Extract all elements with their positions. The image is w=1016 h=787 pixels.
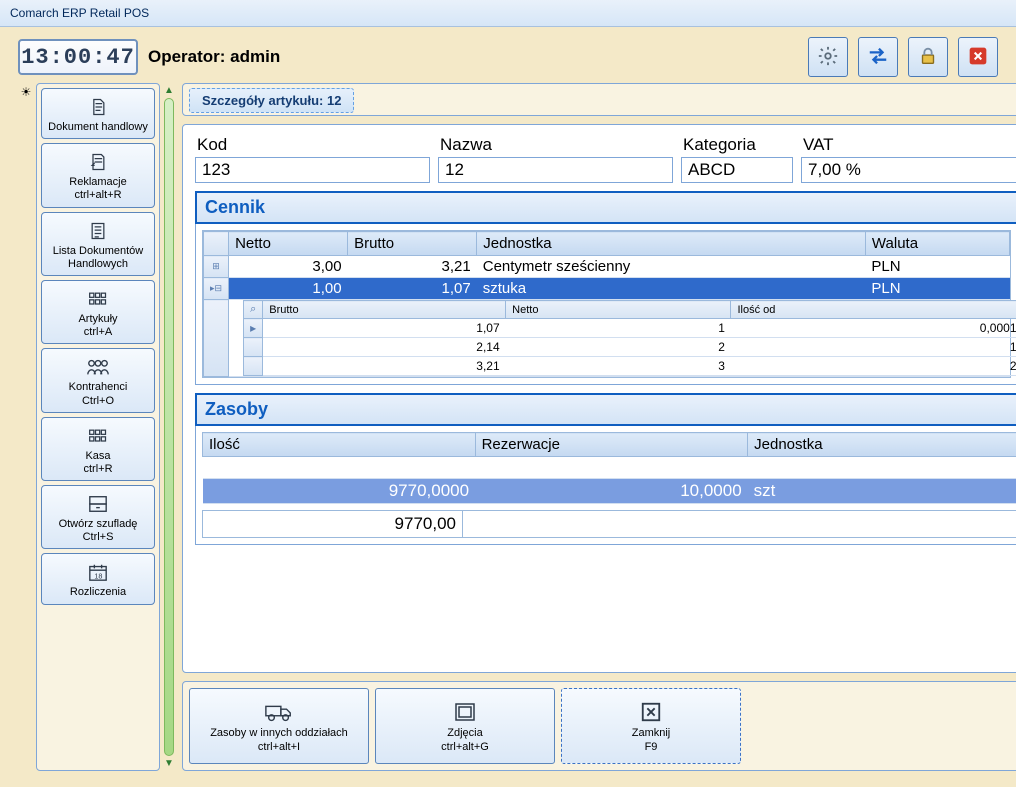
- close-square-icon: [640, 699, 662, 725]
- sync-button[interactable]: [858, 37, 898, 77]
- zasoby-title: Zasoby: [195, 393, 1016, 426]
- zasoby-total: 9770,00: [203, 511, 463, 537]
- col-brutto[interactable]: Brutto: [348, 232, 477, 256]
- calendar-icon: 18: [44, 560, 152, 584]
- document-list-icon: [44, 219, 152, 243]
- cennik-title: Cennik: [195, 191, 1016, 224]
- kod-label: Kod: [195, 135, 430, 155]
- sidebar-item-lista-dokumentow[interactable]: Lista Dokumentów Handlowych: [41, 212, 155, 276]
- sidebar-item-kontrahenci[interactable]: Kontrahenci Ctrl+O: [41, 348, 155, 412]
- col-rezerwacje[interactable]: Rezerwacje: [475, 433, 748, 457]
- sidebar: Dokument handlowy Reklamacje ctrl+alt+R …: [36, 83, 160, 771]
- vat-label: VAT: [801, 135, 1016, 155]
- operator-label: Operator: admin: [148, 47, 280, 67]
- top-bar: 13:00:47 Operator: admin: [18, 37, 998, 77]
- kategoria-label: Kategoria: [681, 135, 793, 155]
- field-row: Kod Nazwa Kategoria VAT: [195, 135, 1016, 183]
- people-icon: [44, 355, 152, 379]
- zasoby-section: Zasoby Ilość Rezerwacje Jednostka: [195, 393, 1016, 545]
- kategoria-input[interactable]: [681, 157, 793, 183]
- bottom-btn-shortcut: ctrl+alt+G: [441, 741, 489, 753]
- sidebar-label: Reklamacje ctrl+alt+R: [69, 176, 126, 201]
- main-canvas: 13:00:47 Operator: admin ☀: [0, 27, 1016, 787]
- kod-input[interactable]: [195, 157, 430, 183]
- sidebar-item-kasa[interactable]: Kasa ctrl+R: [41, 417, 155, 481]
- bottom-btn-label: Zamknij: [632, 727, 671, 739]
- scroll-up-icon: ▲: [164, 85, 174, 96]
- sidebar-label: Lista Dokumentów Handlowych: [53, 245, 144, 270]
- nazwa-input[interactable]: [438, 157, 673, 183]
- col-jednostka[interactable]: Jednostka: [748, 433, 1016, 457]
- sidebar-label: Rozliczenia: [70, 586, 126, 598]
- cennik-subtable[interactable]: ⌕ Brutto Netto Ilość od ▸: [243, 300, 1016, 376]
- tab-article-details[interactable]: Szczegóły artykułu: 12: [189, 88, 354, 113]
- subtable-row: ⌕ Brutto Netto Ilość od ▸: [204, 300, 1010, 377]
- drawer-icon: [44, 492, 152, 516]
- bottom-btn-shortcut: ctrl+alt+I: [258, 741, 300, 753]
- grid-icon: [44, 287, 152, 311]
- bottom-btn-zasoby-oddzialy[interactable]: Zasoby w innych oddziałach ctrl+alt+I: [189, 688, 369, 764]
- document-back-icon: [44, 150, 152, 174]
- sidebar-label: Kasa ctrl+R: [83, 450, 112, 475]
- col-waluta[interactable]: Waluta: [865, 232, 1009, 256]
- sidebar-label: Otwórz szufladę Ctrl+S: [59, 518, 138, 543]
- bottom-toolbar: Zasoby w innych oddziałach ctrl+alt+I Zd…: [182, 681, 1016, 771]
- svg-text:18: 18: [94, 572, 102, 581]
- table-row[interactable]: 3,21 3 2: [244, 357, 1016, 376]
- vat-input[interactable]: [801, 157, 1016, 183]
- col-ilosc[interactable]: Ilość: [203, 433, 476, 457]
- cennik-table[interactable]: Netto Brutto Jednostka Waluta ⊞ 3,00: [203, 231, 1010, 377]
- bottom-btn-shortcut: F9: [645, 741, 658, 753]
- clock-display: 13:00:47: [18, 39, 138, 75]
- bottom-btn-label: Zasoby w innych oddziałach: [210, 727, 348, 739]
- settings-button[interactable]: [808, 37, 848, 77]
- table-row-selected[interactable]: 9770,0000 10,0000 szt: [203, 479, 1016, 504]
- cennik-section: Cennik Netto Brutto Jednos: [195, 191, 1016, 385]
- zasoby-table[interactable]: Ilość Rezerwacje Jednostka 9770,0000 10,…: [202, 432, 1016, 504]
- col-jednostka[interactable]: Jednostka: [477, 232, 866, 256]
- sidebar-label: Artykuły ctrl+A: [78, 313, 117, 338]
- lock-button[interactable]: [908, 37, 948, 77]
- sidebar-item-szuflada[interactable]: Otwórz szufladę Ctrl+S: [41, 485, 155, 549]
- document-icon: [44, 95, 152, 119]
- sidebar-label: Kontrahenci Ctrl+O: [69, 381, 128, 406]
- sidebar-label: Dokument handlowy: [48, 121, 148, 133]
- sidebar-scrollbar[interactable]: ▲ ▼: [162, 83, 176, 771]
- details-panel: Kod Nazwa Kategoria VAT: [182, 124, 1016, 673]
- bottom-btn-zamknij[interactable]: Zamknij F9: [561, 688, 741, 764]
- table-row[interactable]: ⊞ 3,00 3,21 Centymetr sześcienny PLN: [204, 256, 1010, 278]
- app-window: Comarch ERP Retail POS 13:00:47 Operator…: [0, 0, 1016, 779]
- tab-bar: Szczegóły artykułu: 12: [182, 83, 1016, 116]
- close-button[interactable]: [958, 37, 998, 77]
- gear-icon: [817, 45, 839, 70]
- grid-icon: [44, 424, 152, 448]
- scroll-down-icon: ▼: [164, 758, 174, 769]
- bottom-btn-label: Zdjęcia: [447, 727, 482, 739]
- zasoby-total-row: 9770,00: [202, 510, 1016, 538]
- sidebar-item-reklamacje[interactable]: Reklamacje ctrl+alt+R: [41, 143, 155, 207]
- sidebar-item-rozliczenia[interactable]: 18 Rozliczenia: [41, 553, 155, 604]
- main-content: Szczegóły artykułu: 12 Kod Nazwa: [182, 83, 1016, 771]
- sidebar-item-artykuly[interactable]: Artykuły ctrl+A: [41, 280, 155, 344]
- truck-icon: [264, 699, 294, 725]
- sun-icon: ☀: [21, 85, 32, 99]
- bottom-btn-zdjecia[interactable]: Zdjęcia ctrl+alt+G: [375, 688, 555, 764]
- nazwa-label: Nazwa: [438, 135, 673, 155]
- lock-icon: [917, 45, 939, 70]
- window-title: Comarch ERP Retail POS: [0, 0, 1016, 27]
- table-row[interactable]: 2,14 2 1: [244, 338, 1016, 357]
- table-row-selected[interactable]: ▸⊟ 1,00 1,07 sztuka PLN: [204, 278, 1010, 300]
- swap-arrows-icon: [867, 45, 889, 70]
- image-icon: [453, 699, 477, 725]
- col-netto[interactable]: Netto: [229, 232, 348, 256]
- close-icon: [968, 46, 988, 69]
- sidebar-item-document[interactable]: Dokument handlowy: [41, 88, 155, 139]
- table-row[interactable]: ▸ 1,07 1 0,0001: [244, 319, 1016, 338]
- sidebar-area: ☀ Dokument handlowy Reklamacje ctrl+alt+…: [18, 83, 176, 771]
